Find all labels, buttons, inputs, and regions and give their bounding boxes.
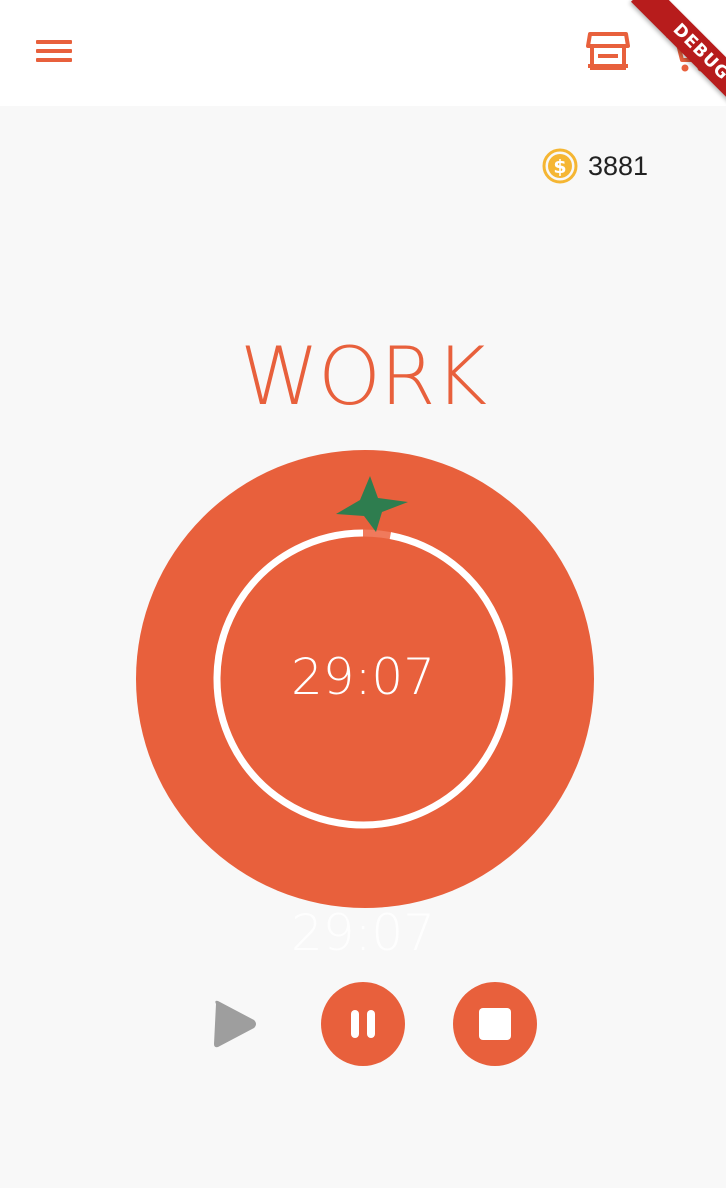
timer-countdown: 29:07 (290, 648, 436, 706)
coin-balance: $ 3881 (542, 148, 648, 184)
app-bar: DEBUG (0, 0, 726, 120)
app-screen: DEBUG $ 3881 WORK 29:07 29:07 (0, 0, 726, 1188)
menu-icon (36, 40, 72, 62)
dollar-coin-icon: $ (542, 148, 578, 184)
stop-icon (479, 1008, 511, 1040)
stop-button[interactable] (453, 982, 537, 1066)
pause-icon (351, 1010, 375, 1038)
menu-button[interactable] (20, 26, 88, 78)
play-button[interactable] (196, 982, 276, 1066)
cart-button[interactable] (658, 24, 718, 80)
svg-text:$: $ (553, 156, 566, 178)
shop-button[interactable] (578, 24, 638, 80)
pause-button[interactable] (321, 982, 405, 1066)
timer-controls (0, 982, 726, 1066)
cart-icon (666, 34, 710, 72)
play-icon (214, 1000, 256, 1048)
timer-mode-label: WORK (239, 330, 487, 423)
timer-countdown-reflection: 29:07 (290, 904, 436, 962)
store-icon (586, 32, 630, 70)
coin-count: 3881 (588, 150, 649, 181)
